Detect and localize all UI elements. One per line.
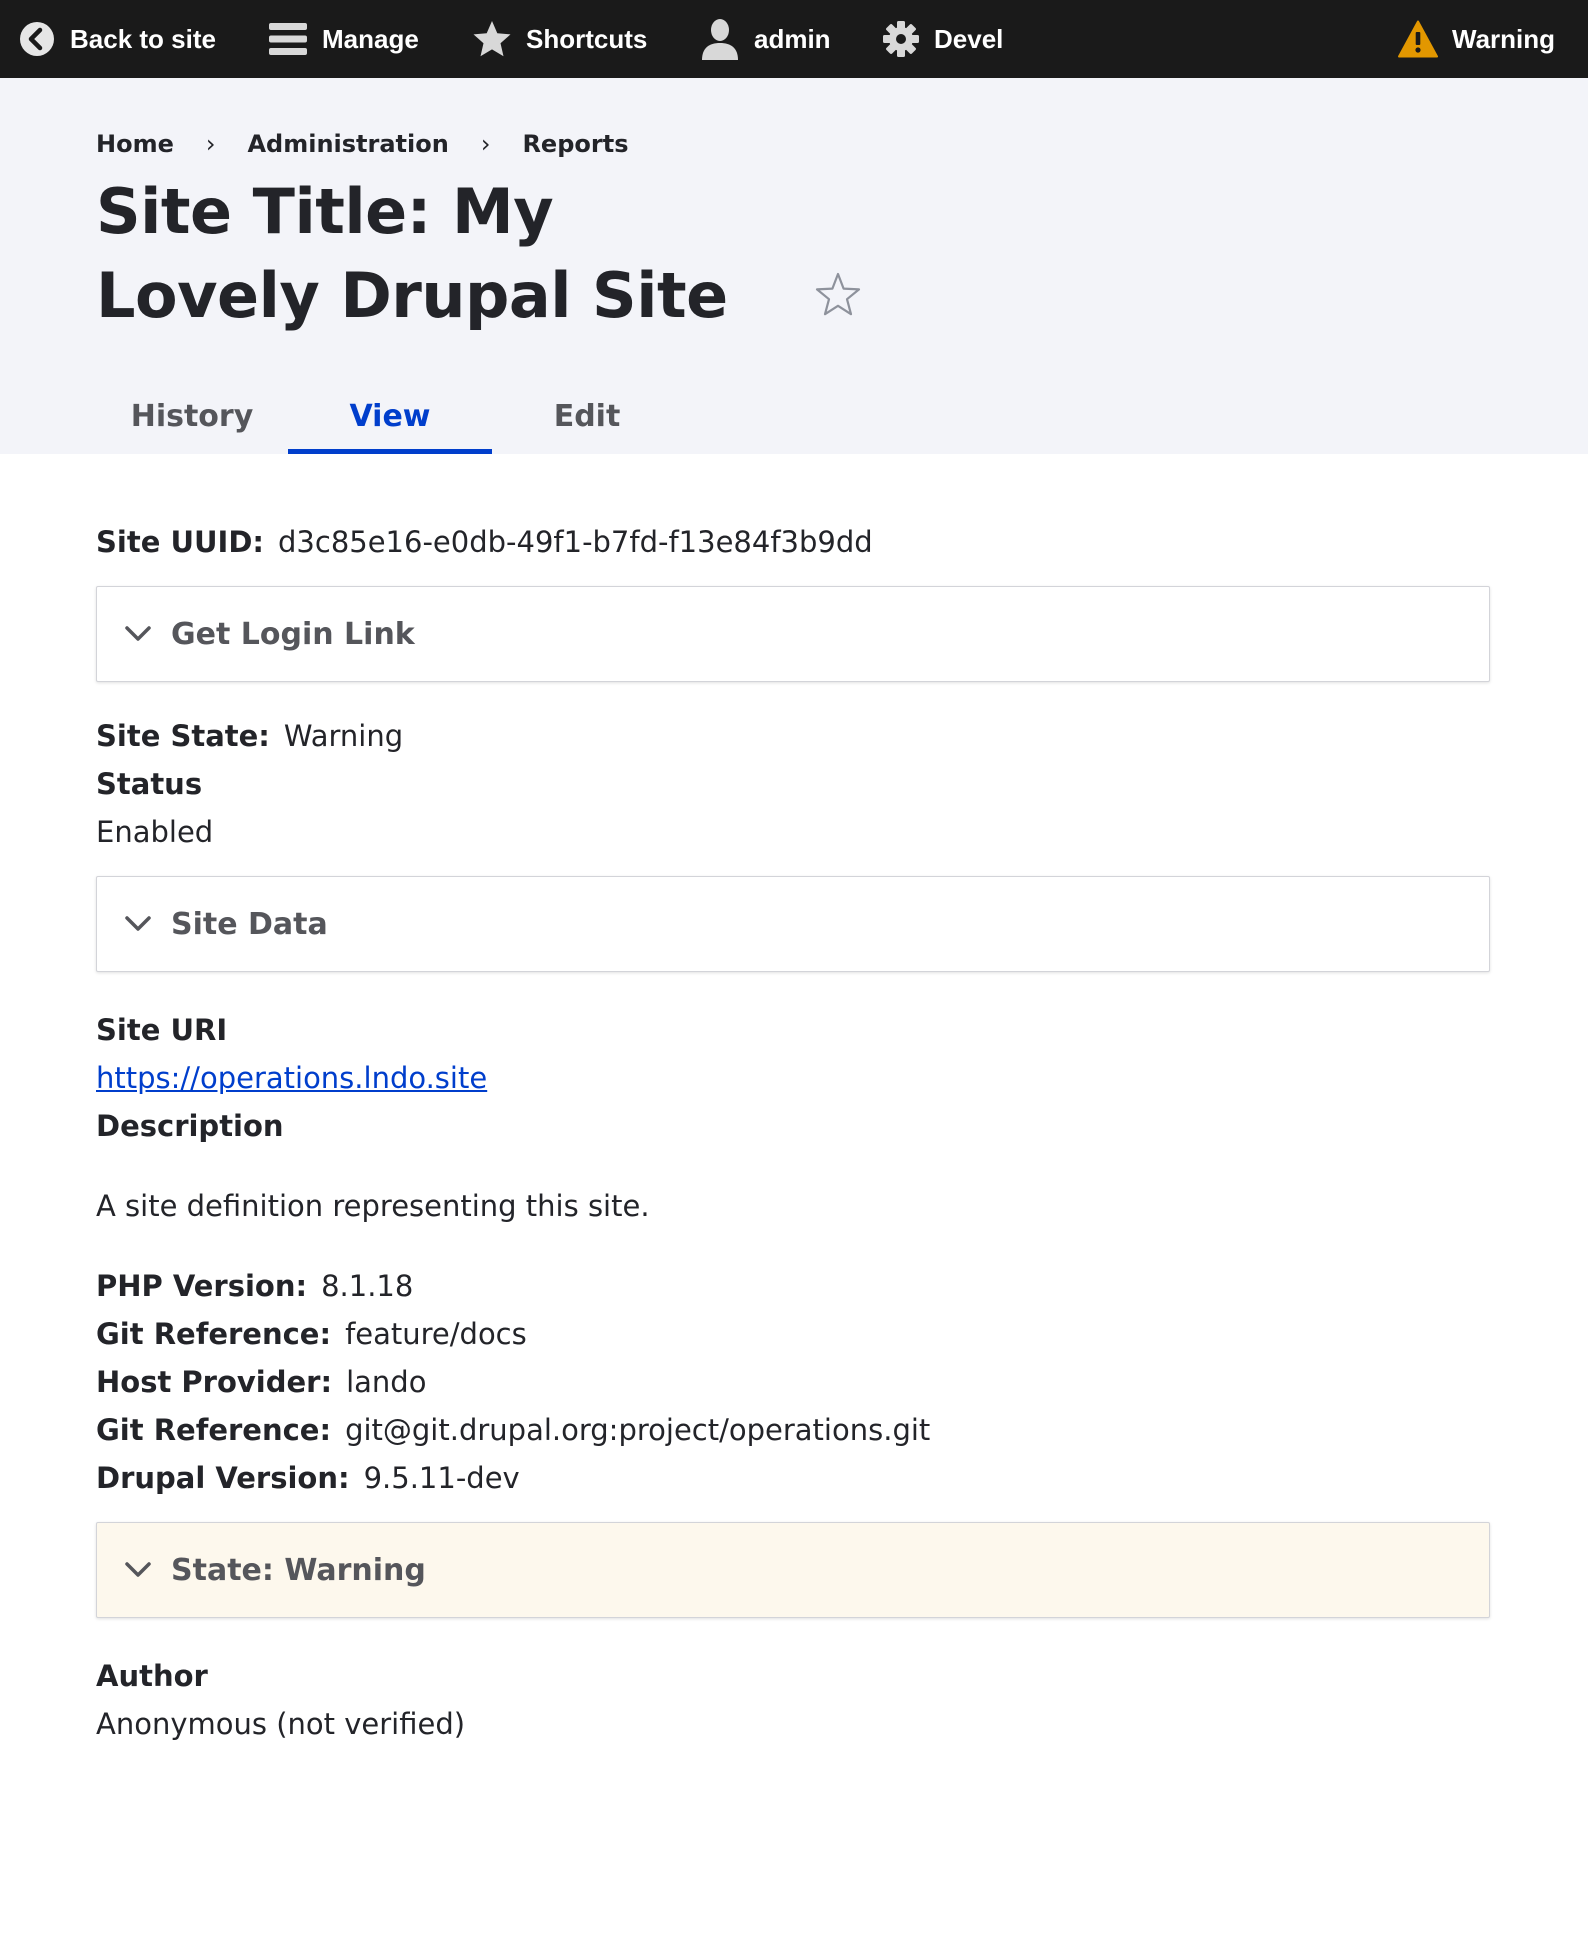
manage-tab[interactable]: Manage (268, 0, 419, 78)
site-uri-field: https://operations.lndo.site (96, 1054, 1492, 1102)
hamburger-icon (269, 23, 307, 55)
host-provider-value: lando (346, 1365, 427, 1399)
site-uri-link[interactable]: https://operations.lndo.site (96, 1061, 487, 1095)
site-data-details[interactable]: Site Data (96, 876, 1490, 972)
gear-icon (883, 21, 919, 57)
manage-label: Manage (322, 23, 419, 54)
site-state-label: Site State: (96, 719, 270, 753)
warning-label: Warning (1452, 23, 1556, 54)
page-header: Home › Administration › Reports Site Tit… (0, 78, 1588, 454)
add-shortcut-button[interactable] (810, 268, 866, 324)
description-value: A site definition representing this site… (96, 1189, 650, 1223)
get-login-link-summary: Get Login Link (171, 616, 415, 652)
site-uuid-value: d3c85e16-e0db-49f1-b7fd-f13e84f3b9dd (278, 525, 873, 559)
devel-tab[interactable]: Devel (882, 0, 1003, 78)
php-version-field: PHP Version: 8.1.18 (96, 1262, 1492, 1310)
drupal-version-field: Drupal Version: 9.5.11-dev (96, 1454, 1492, 1502)
git-remote-label: Git Reference: (96, 1413, 332, 1447)
site-uuid-label: Site UUID: (96, 525, 265, 559)
host-provider-field: Host Provider: lando (96, 1358, 1492, 1406)
git-reference-field: Git Reference: feature/docs (96, 1310, 1492, 1358)
state-warning-summary: State: Warning (171, 1552, 426, 1588)
tab-history[interactable]: History (96, 378, 288, 454)
get-login-link-details[interactable]: Get Login Link (96, 586, 1490, 682)
git-remote-field: Git Reference: git@git.drupal.org:project… (96, 1406, 1492, 1454)
back-to-site-label: Back to site (70, 23, 216, 54)
host-provider-label: Host Provider: (96, 1365, 333, 1399)
state-warning-details[interactable]: State: Warning (96, 1522, 1490, 1618)
site-uuid-field: Site UUID: d3c85e16-e0db-49f1-b7fd-f13e84… (96, 518, 1492, 566)
status-value: Enabled (96, 815, 214, 849)
tab-edit[interactable]: Edit (492, 378, 682, 454)
site-state-field: Site State: Warning (96, 712, 1492, 760)
author-value: Anonymous (not verified) (96, 1707, 466, 1741)
back-circle-icon (20, 22, 54, 56)
shortcuts-label: Shortcuts (526, 23, 648, 54)
chevron-down-icon (125, 916, 151, 931)
site-data-summary: Site Data (171, 906, 328, 942)
drupal-version-value: 9.5.11-dev (363, 1461, 520, 1495)
user-label: admin (754, 23, 831, 54)
warning-tab[interactable]: Warning (1398, 0, 1555, 78)
breadcrumb-reports[interactable]: Reports (522, 130, 628, 158)
status-label: Status (96, 767, 203, 801)
star-outline-icon (815, 272, 861, 316)
breadcrumb-separator: › (205, 130, 216, 158)
git-reference-label: Git Reference: (96, 1317, 332, 1351)
breadcrumb-separator: › (480, 130, 491, 158)
user-icon (702, 19, 738, 60)
site-uri-label: Site URI (96, 1013, 228, 1047)
page-title: Site Title: My Lovely Drupal Site (96, 175, 728, 332)
breadcrumb: Home › Administration › Reports (96, 130, 628, 158)
warning-triangle-icon (1398, 20, 1438, 58)
star-icon (473, 21, 511, 57)
back-to-site-link[interactable]: Back to site (18, 0, 216, 78)
php-version-value: 8.1.18 (321, 1269, 414, 1303)
admin-toolbar: Back to site Manage Shortcuts admin Deve… (0, 0, 1588, 78)
user-tab[interactable]: admin (700, 0, 831, 78)
main-content: Site UUID: d3c85e16-e0db-49f1-b7fd-f13e84… (96, 454, 1492, 1748)
git-reference-value: feature/docs (345, 1317, 527, 1351)
chevron-down-icon (125, 626, 151, 641)
php-version-label: PHP Version: (96, 1269, 308, 1303)
breadcrumb-home[interactable]: Home (96, 130, 174, 158)
site-state-value: Warning (283, 719, 404, 753)
devel-label: Devel (934, 23, 1004, 54)
description-label: Description (96, 1109, 284, 1143)
breadcrumb-administration[interactable]: Administration (247, 130, 448, 158)
primary-tabs: History View Edit (96, 378, 682, 454)
shortcuts-tab[interactable]: Shortcuts (472, 0, 647, 78)
author-label: Author (96, 1659, 208, 1693)
git-remote-value: git@git.drupal.org:project/operations.gi… (345, 1413, 931, 1447)
drupal-version-label: Drupal Version: (96, 1461, 350, 1495)
tab-view[interactable]: View (288, 378, 492, 454)
chevron-down-icon (125, 1562, 151, 1577)
